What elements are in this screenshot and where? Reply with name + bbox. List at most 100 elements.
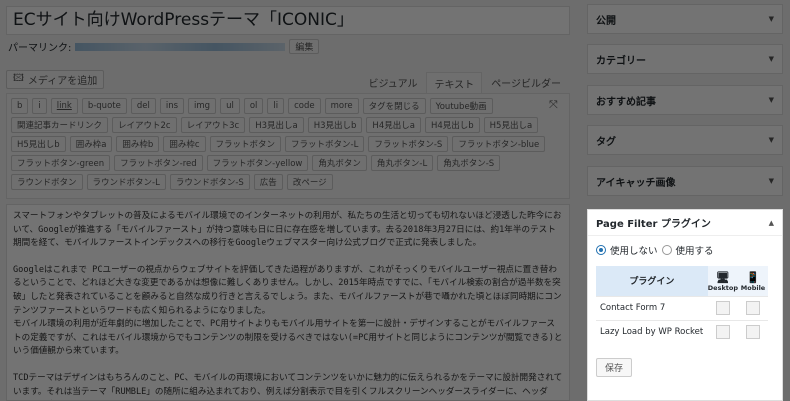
toolbar-button[interactable]: フラットボタン bbox=[209, 136, 282, 152]
toolbar-button[interactable]: フラットボタン-red bbox=[114, 155, 203, 171]
tab-text[interactable]: テキスト bbox=[426, 72, 483, 94]
toolbar-button[interactable]: li bbox=[267, 98, 285, 114]
toolbar-button[interactable]: 角丸ボタン-S bbox=[437, 155, 501, 171]
toolbar-button[interactable]: 角丸ボタン bbox=[312, 155, 367, 171]
media-icon: 🖾 bbox=[13, 73, 24, 84]
toolbar-button[interactable]: ラウンドボタン bbox=[11, 174, 83, 190]
toolbar-button[interactable]: タグを閉じる bbox=[362, 98, 426, 114]
toolbar-button[interactable]: b-quote bbox=[81, 98, 127, 114]
col-plugin-header: プラグイン bbox=[596, 266, 708, 296]
toolbar-button[interactable]: ul bbox=[220, 98, 240, 114]
toolbar-button[interactable]: H5見出しa bbox=[483, 117, 539, 133]
toolbar-button[interactable]: フラットボタン-L bbox=[285, 136, 365, 152]
table-row: Contact Form 7 bbox=[596, 295, 768, 320]
col-desktop-header: 🖥 Desktop bbox=[707, 266, 738, 296]
radio-not-use[interactable] bbox=[596, 245, 606, 255]
triangle-down-icon[interactable]: ▼ bbox=[769, 96, 774, 104]
toolbar-button[interactable]: 囲み枠a bbox=[69, 136, 113, 152]
desktop-icon: 🖥 bbox=[715, 270, 730, 284]
panel-publish[interactable]: 公開 ▼ bbox=[587, 4, 783, 34]
page-filter-title: Page Filter プラグイン bbox=[596, 219, 711, 230]
radio-use-label: 使用する bbox=[675, 246, 714, 257]
mobile-checkbox[interactable] bbox=[746, 301, 760, 315]
radio-use[interactable] bbox=[661, 245, 672, 255]
triangle-down-icon[interactable]: ▼ bbox=[769, 177, 774, 185]
panel-title: アイキャッチ画像 bbox=[596, 177, 676, 189]
toolbar-button[interactable]: ラウンドボタン-L bbox=[86, 174, 166, 190]
toolbar-button[interactable]: フラットボタン-green bbox=[11, 155, 111, 171]
add-media-label: メディアを追加 bbox=[27, 76, 98, 87]
toolbar-button[interactable]: Youtube動画 bbox=[429, 98, 493, 114]
toolbar-button[interactable]: 囲み枠b bbox=[116, 136, 160, 152]
panel-featured-image[interactable]: アイキャッチ画像 ▼ bbox=[587, 166, 783, 196]
panel-title: おすすめ記事 bbox=[596, 96, 656, 108]
triangle-down-icon[interactable]: ▼ bbox=[769, 15, 774, 23]
panel-title: カテゴリー bbox=[596, 55, 646, 67]
panel-tags[interactable]: タグ ▼ bbox=[587, 125, 783, 155]
toolbar-button[interactable]: i bbox=[32, 98, 47, 114]
plugin-table: プラグイン 🖥 Desktop 📱 Mobile Contact Form 7 … bbox=[596, 266, 768, 344]
desktop-label: Desktop bbox=[707, 283, 738, 292]
tab-page-builder[interactable]: ページビルダー bbox=[484, 72, 568, 94]
edit-permalink-button[interactable]: 編集 bbox=[289, 39, 320, 54]
tab-visual[interactable]: ビジュアル bbox=[361, 72, 424, 94]
quicktags-toolbar: b i link b-quote del ins img ul ol li code more タグを閉… bbox=[6, 93, 570, 199]
toolbar-button[interactable]: 広告 bbox=[253, 174, 283, 190]
plugin-name: Lazy Load by WP Rocket bbox=[596, 319, 708, 344]
page-filter-header[interactable]: Page Filter プラグイン ▲ bbox=[588, 210, 782, 236]
toolbar-button[interactable]: 囲み枠c bbox=[163, 136, 206, 152]
toolbar-button[interactable]: H3見出しb bbox=[307, 117, 363, 133]
table-row: Lazy Load by WP Rocket bbox=[596, 319, 768, 344]
toolbar-button[interactable]: ins bbox=[159, 98, 185, 114]
content-paragraph: TCDテーマはデザインはもちろんのこと、PC、モバイルの両環境においてコンテンツ… bbox=[13, 372, 563, 397]
use-radio-group: 使用しない 使用する bbox=[596, 243, 714, 257]
editor-tabs: ビジュアル テキスト ページビルダー bbox=[361, 72, 568, 94]
toolbar-button[interactable]: H4見出しa bbox=[366, 117, 421, 133]
panel-categories[interactable]: カテゴリー ▼ bbox=[587, 44, 783, 74]
panel-recommended[interactable]: おすすめ記事 ▼ bbox=[587, 85, 783, 115]
toolbar-button[interactable]: 改ページ bbox=[286, 174, 333, 190]
toolbar-button[interactable]: レイアウト3c bbox=[180, 117, 246, 133]
triangle-down-icon[interactable]: ▼ bbox=[769, 136, 774, 144]
toolbar-button[interactable]: 角丸ボタン-L bbox=[370, 155, 434, 171]
toolbar-button[interactable]: link bbox=[50, 98, 78, 114]
toolbar-button[interactable]: レイアウト2c bbox=[112, 117, 177, 133]
panel-title: 公開 bbox=[596, 15, 616, 27]
toolbar-button[interactable]: フラットボタン-yellow bbox=[206, 155, 309, 171]
toolbar-button[interactable]: img bbox=[188, 98, 217, 114]
toolbar-button[interactable]: 関連記事カードリンク bbox=[11, 117, 109, 133]
mobile-icon: 📱 bbox=[746, 270, 760, 284]
col-mobile-header: 📱 Mobile bbox=[738, 266, 768, 296]
mobile-checkbox[interactable] bbox=[746, 325, 760, 340]
panel-title: タグ bbox=[596, 136, 616, 148]
plugin-name: Contact Form 7 bbox=[596, 295, 708, 320]
triangle-up-icon[interactable]: ▲ bbox=[769, 219, 774, 227]
toolbar-button[interactable]: ol bbox=[243, 98, 264, 114]
post-title-input[interactable]: ECサイト向けWordPressテーマ「ICONIC」 bbox=[6, 6, 570, 35]
toolbar-button[interactable]: more bbox=[324, 98, 359, 114]
toolbar-button[interactable]: code bbox=[288, 98, 321, 114]
post-content-textarea[interactable]: スマートフォンやタブレットの普及によるモバイル環境でのインターネットの利用が、私… bbox=[6, 204, 570, 401]
add-media-button[interactable]: 🖾 メディアを追加 bbox=[6, 70, 105, 89]
toolbar-button[interactable]: H5見出しb bbox=[11, 136, 66, 152]
mobile-label: Mobile bbox=[740, 283, 766, 292]
desktop-checkbox[interactable] bbox=[715, 301, 730, 315]
toolbar-button[interactable]: フラットボタン-blue bbox=[452, 136, 546, 152]
desktop-checkbox[interactable] bbox=[715, 325, 730, 340]
toolbar-button[interactable]: del bbox=[130, 98, 156, 114]
toolbar-button[interactable]: H4見出しb bbox=[424, 117, 480, 133]
content-paragraph: Googleはこれまで PCユーザーの視点からウェブサイトを評価してきた過程があ… bbox=[13, 264, 563, 357]
permalink-label: パーマリンク: bbox=[8, 43, 72, 54]
content-paragraph: スマートフォンやタブレットの普及によるモバイル環境でのインターネットの利用が、私… bbox=[13, 211, 562, 249]
toolbar-button[interactable]: フラットボタン-S bbox=[368, 136, 449, 152]
permalink-url[interactable] bbox=[75, 42, 286, 51]
radio-not-use-label: 使用しない bbox=[610, 246, 658, 257]
page-filter-panel: Page Filter プラグイン ▲ 使用しない 使用する プラグイン 🖥 D… bbox=[587, 209, 783, 401]
toolbar-button[interactable]: H3見出しa bbox=[249, 117, 304, 133]
triangle-down-icon[interactable]: ▼ bbox=[769, 55, 774, 63]
toolbar-button[interactable]: b bbox=[11, 98, 29, 114]
fullscreen-icon[interactable]: ⤧ bbox=[549, 98, 558, 112]
toolbar-button[interactable]: ラウンドボタン-S bbox=[169, 174, 250, 190]
permalink-row: パーマリンク: 編集 bbox=[8, 39, 320, 54]
save-button[interactable]: 保存 bbox=[596, 358, 633, 377]
